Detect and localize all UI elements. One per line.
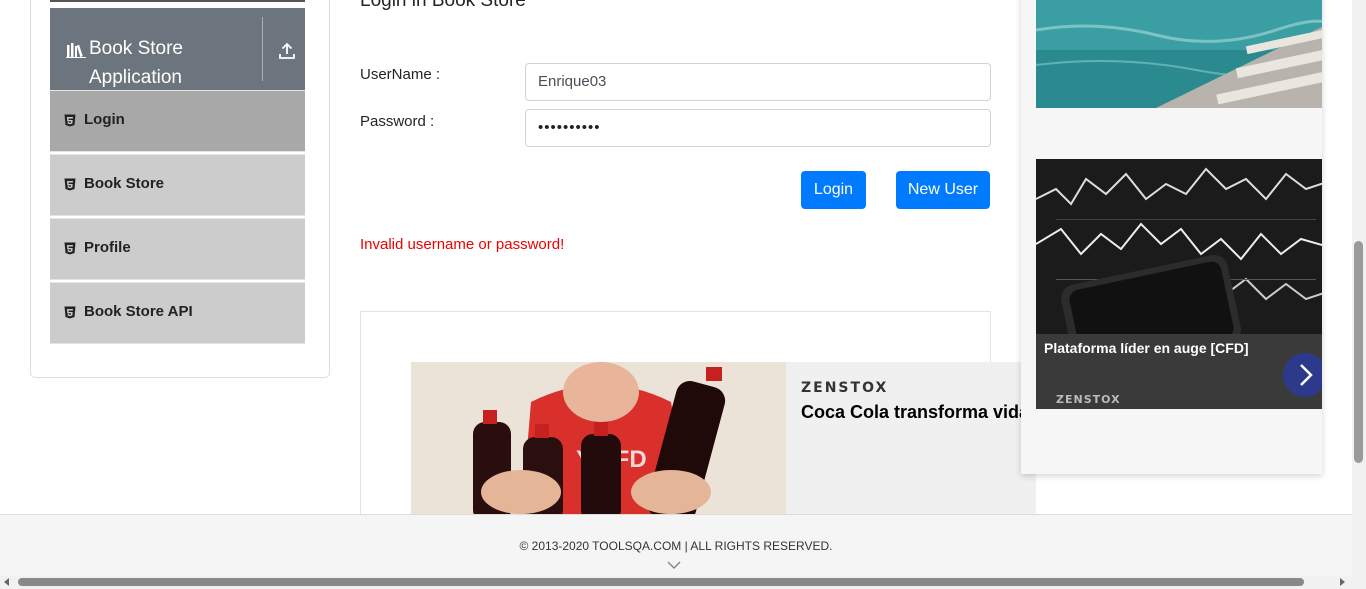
group-header-book-store-application[interactable]: Book Store Application	[50, 8, 305, 90]
sidebar-item-label: Book Store	[84, 175, 165, 192]
html5-icon	[64, 114, 76, 127]
sidebar-item-label: Login	[84, 111, 125, 128]
footer-copyright: © 2013-2020 TOOLSQA.COM | ALL RIGHTS RES…	[519, 539, 833, 553]
sidebar-item-label: Book Store API	[84, 303, 193, 320]
side-ad-brand: ZENSTOX	[1056, 393, 1121, 406]
horizontal-scrollbar-thumb[interactable]	[18, 578, 1304, 586]
new-user-button[interactable]: New User	[896, 171, 990, 209]
username-field[interactable]: Enrique03	[525, 63, 991, 101]
sidebar-menu: Login Book Store Profile Book Store API	[50, 90, 305, 346]
username-label: UserName :	[360, 66, 441, 83]
pool-image	[1036, 0, 1322, 108]
ad-image: YS.FD	[411, 362, 786, 522]
password-field[interactable]: ••••••••••	[525, 109, 991, 147]
vertical-scrollbar-thumb[interactable]	[1354, 241, 1363, 463]
side-ad-caption[interactable]: Plataforma líder en auge [CFD]	[1044, 340, 1249, 356]
sidebar-item-label: Profile	[84, 239, 131, 256]
chevron-right-icon	[1300, 364, 1313, 386]
books-icon	[66, 43, 86, 58]
scroll-left-arrow-icon[interactable]	[4, 578, 9, 586]
upload-icon[interactable]	[278, 42, 296, 60]
group-title: Book Store Application	[89, 38, 183, 88]
divider	[262, 17, 263, 81]
error-message: Invalid username or password!	[360, 236, 565, 253]
page-title: Login in Book Store	[360, 0, 526, 11]
sidebar-item-book-store-api[interactable]: Book Store API	[50, 282, 305, 344]
side-ad[interactable]: Plataforma líder en auge [CFD] ZENSTOX	[1021, 0, 1322, 474]
ad-banner[interactable]: YS.FD ZENSTOX Coca Cola transforma vida	[411, 362, 1036, 522]
footer: © 2013-2020 TOOLSQA.COM | ALL RIGHTS RES…	[0, 514, 1366, 576]
sidebar-item-book-store[interactable]: Book Store	[50, 154, 305, 216]
password-label: Password :	[360, 113, 435, 130]
html5-icon	[64, 242, 76, 255]
scroll-right-arrow-icon[interactable]	[1340, 578, 1345, 586]
chevron-down-icon[interactable]	[667, 560, 681, 570]
sidebar-item-profile[interactable]: Profile	[50, 218, 305, 280]
chevron-right-icon[interactable]	[1283, 353, 1322, 397]
divider	[50, 0, 305, 2]
html5-icon	[64, 306, 76, 319]
page: Book Store Application Login Book Store	[0, 0, 1366, 589]
login-button[interactable]: Login	[801, 171, 866, 209]
ad-headline[interactable]: Coca Cola transforma vida	[801, 402, 1029, 423]
sidebar-item-login[interactable]: Login	[50, 90, 305, 152]
ad-brand: ZENSTOX	[801, 380, 889, 396]
stock-chart-image	[1036, 159, 1322, 409]
html5-icon	[64, 178, 76, 191]
